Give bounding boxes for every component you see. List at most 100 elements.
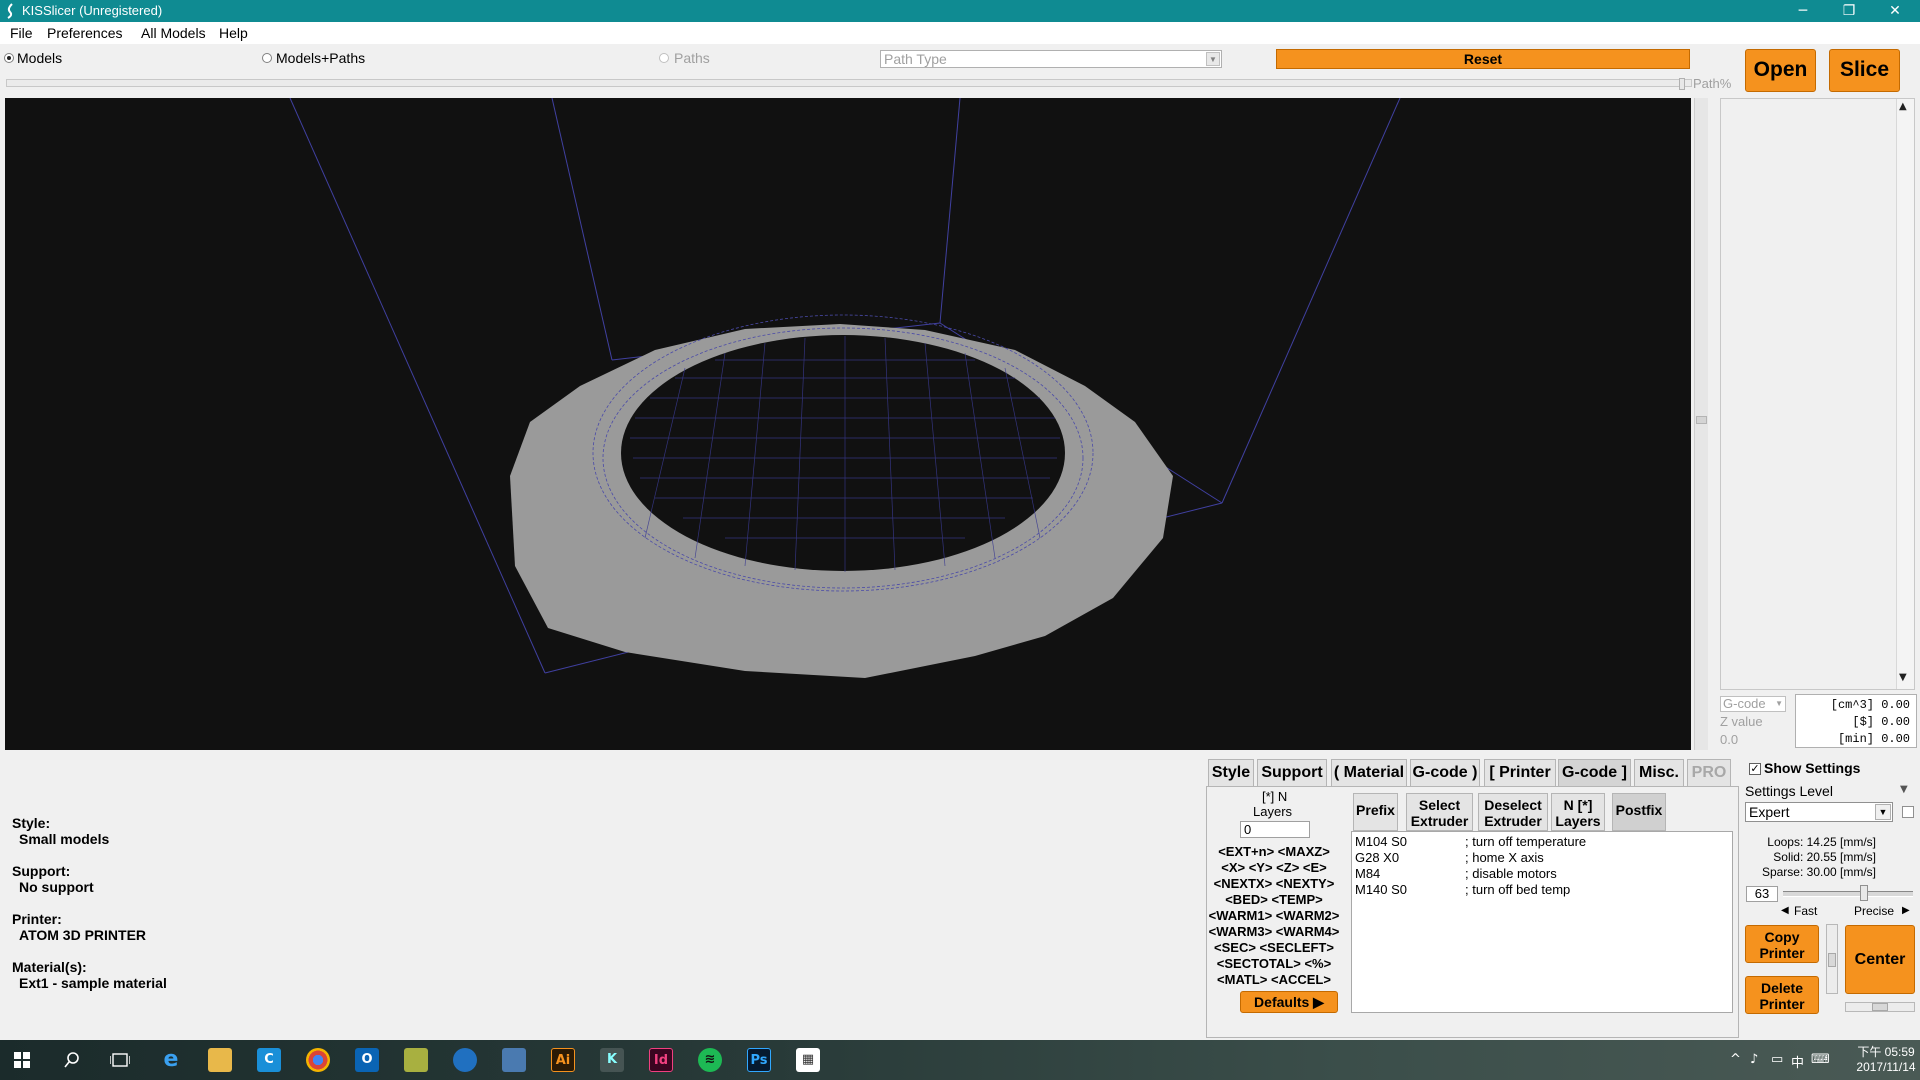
style-value: Small models [19,831,110,847]
defaults-button[interactable]: Defaults ▶ [1240,991,1338,1013]
zoom-slider-thumb[interactable] [1696,416,1707,424]
printer-scroll-thumb[interactable] [1828,953,1836,967]
macro-line: <WARM3> <WARM4> [1208,924,1340,939]
view-paths-radio[interactable] [659,53,669,63]
subtab-prefix[interactable]: Prefix [1353,793,1398,831]
subtab-deselect-extruder[interactable]: Deselect Extruder [1478,793,1548,831]
keyboard-icon[interactable]: ⌨ [1811,1052,1830,1067]
hscroll-thumb[interactable] [1872,1003,1888,1011]
outlook-icon[interactable]: O [355,1048,379,1072]
path-percent-slider[interactable] [6,78,1692,90]
delete-printer-button[interactable]: Delete Printer [1745,976,1819,1014]
show-settings-label[interactable]: Show Settings [1764,760,1860,776]
tab-pro[interactable]: PRO [1687,759,1731,786]
illustrator-icon[interactable]: Ai [551,1048,575,1072]
settings-hscrollbar[interactable] [1845,1002,1915,1012]
spotify-icon[interactable]: ≋ [698,1048,722,1072]
gcode-editor[interactable]: M104 S0 ; turn off temperature G28 X0 ; … [1351,831,1733,1013]
menu-all-models[interactable]: All Models [141,25,206,41]
clock-date[interactable]: 2017/11/14 [1856,1060,1916,1074]
browser-icon[interactable] [453,1048,477,1072]
tab-printer[interactable]: [ Printer [1484,759,1556,786]
settings-level-select[interactable]: Expert ▼ [1745,802,1893,822]
menu-help[interactable]: Help [219,25,248,41]
windows-start-icon[interactable] [14,1052,30,1068]
view-models-paths-radio[interactable] [262,53,272,63]
tab-support[interactable]: Support [1257,759,1327,786]
calculator-icon[interactable]: ▦ [796,1048,820,1072]
3d-viewport[interactable] [5,97,1691,750]
chevron-down-icon[interactable]: ▼ [1900,784,1908,795]
menu-file[interactable]: File [10,25,33,41]
show-settings-checkbox[interactable]: ✓ [1749,763,1761,775]
edge-icon[interactable]: e [159,1048,183,1072]
support-value: No support [19,879,94,895]
tab-style[interactable]: Style [1208,759,1254,786]
photos-icon[interactable] [502,1048,526,1072]
tab-material[interactable]: ( Material [1331,759,1407,786]
tab-misc[interactable]: Misc. [1634,759,1684,786]
maximize-button[interactable]: ❐ [1826,0,1872,22]
subtab-n-layers[interactable]: N [*] Layers [1551,793,1605,831]
printer-scrollbar[interactable] [1826,924,1838,994]
copy-printer-label: Copy [1764,929,1800,945]
notes-icon[interactable] [404,1048,428,1072]
chrome-icon[interactable] [306,1048,330,1072]
scroll-down-icon[interactable]: ▼ [1899,672,1907,683]
printer-label: Printer: [12,911,62,927]
support-label: Support: [12,863,71,879]
subtab-label: Deselect [1484,797,1542,813]
output-mode-select[interactable]: G-code ▼ [1720,696,1786,712]
file-explorer-icon[interactable] [208,1048,232,1072]
ime-indicator[interactable]: 中 [1791,1052,1804,1071]
gcode-line-comment: ; home X axis [1465,850,1544,865]
path-slider-thumb[interactable] [1679,78,1685,90]
tab-gcode-material[interactable]: G-code ) [1410,759,1480,786]
volume-icon[interactable]: ♪ [1750,1052,1758,1067]
network-icon[interactable]: ▭ [1771,1052,1783,1067]
chevron-down-icon[interactable]: ▼ [1875,804,1891,820]
delete-printer-label: Printer [1759,996,1805,1012]
settings-level-value: Expert [1749,804,1790,820]
scroll-up-icon[interactable]: ▲ [1899,101,1907,112]
view-models-radio[interactable] [4,53,14,63]
preview-scrollbar[interactable]: ▲ ▼ [1896,99,1914,689]
view-models-paths-label[interactable]: Models+Paths [276,50,365,66]
tab-gcode-printer[interactable]: G-code ] [1558,759,1631,786]
indesign-icon[interactable]: Id [649,1048,673,1072]
view-paths-label[interactable]: Paths [674,50,710,66]
kisslicer-taskbar-icon[interactable]: K [600,1048,624,1072]
chevron-up-icon[interactable]: ^ [1730,1052,1741,1067]
reset-button[interactable]: Reset [1276,49,1690,69]
open-button[interactable]: Open [1745,49,1816,92]
chevron-down-icon[interactable]: ▼ [1775,697,1783,711]
clock-time[interactable]: 下午 05:59 [1856,1043,1916,1060]
viewport-zoom-slider[interactable] [1694,98,1708,750]
quality-slider-thumb[interactable] [1860,885,1868,901]
chevron-down-icon[interactable]: ▼ [1206,52,1220,66]
subtab-postfix-label: Postfix [1615,802,1663,818]
minimize-button[interactable]: ─ [1780,0,1826,22]
quality-value[interactable]: 63 [1746,886,1778,902]
center-button[interactable]: Center [1845,925,1915,994]
extra-checkbox[interactable] [1902,806,1914,818]
path-percent-label: Path% [1693,76,1732,91]
search-icon[interactable] [63,1051,81,1069]
app-c-icon[interactable]: C [257,1048,281,1072]
path-type-select[interactable]: Path Type ▼ [880,50,1222,68]
macro-line: <BED> <TEMP> [1225,892,1323,907]
title-bar: KISSlicer (Unregistered) ─ ❐ ✕ [0,0,1920,22]
close-button[interactable]: ✕ [1872,0,1918,22]
printer-value: ATOM 3D PRINTER [19,927,147,943]
subtab-select-extruder[interactable]: Select Extruder [1406,793,1473,831]
macro-line: <EXT+n> <MAXZ> [1218,844,1330,859]
task-view-icon[interactable] [110,1052,130,1068]
menu-preferences[interactable]: Preferences [47,25,122,41]
photoshop-icon[interactable]: Ps [747,1048,771,1072]
quality-slider[interactable] [1783,885,1913,901]
view-models-label[interactable]: Models [17,50,62,66]
copy-printer-button[interactable]: Copy Printer [1745,925,1819,963]
slice-button[interactable]: Slice [1829,49,1900,92]
n-layers-input[interactable]: 0 [1240,821,1310,838]
subtab-postfix[interactable]: Postfix [1612,793,1666,831]
